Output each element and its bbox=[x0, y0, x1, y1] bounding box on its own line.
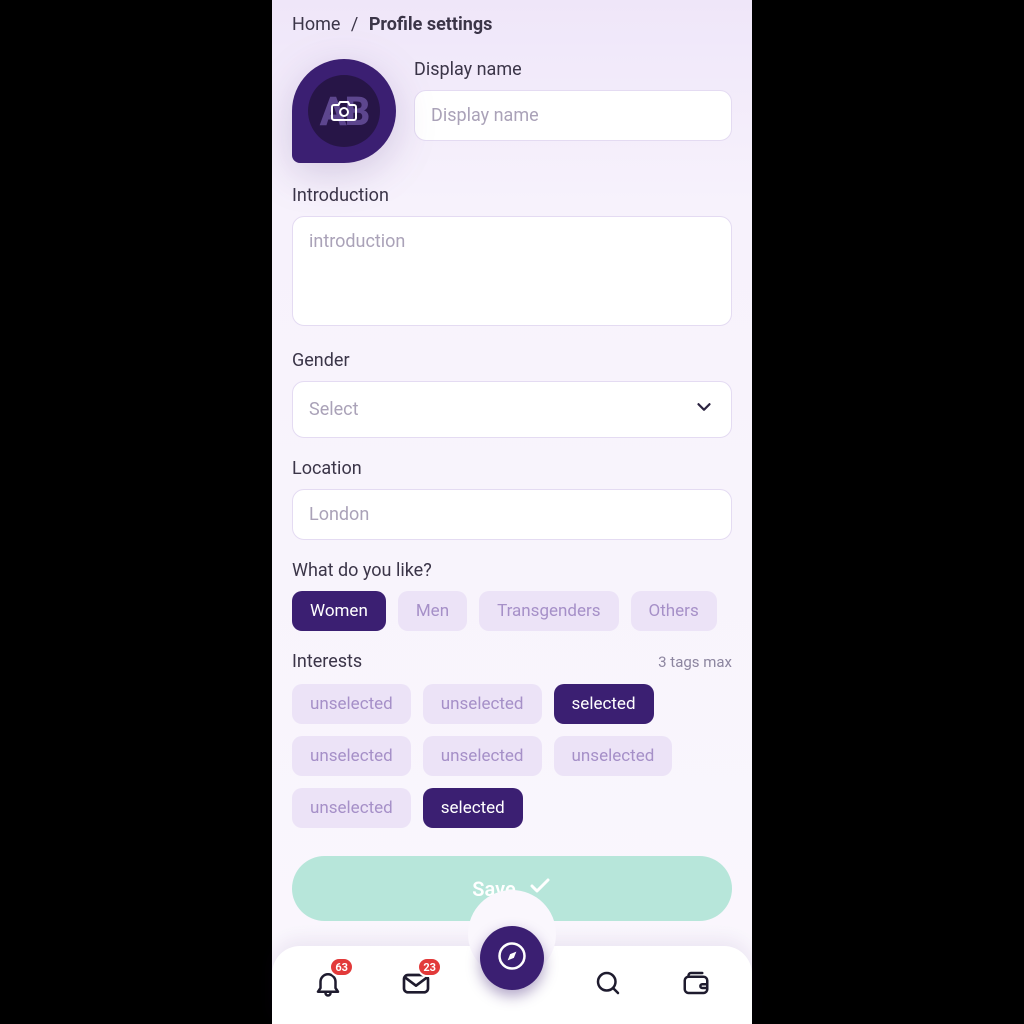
preferences-chips: Women Men Transgenders Others bbox=[292, 591, 732, 631]
breadcrumb-home[interactable]: Home bbox=[292, 14, 340, 35]
nav-messages[interactable]: 23 bbox=[392, 961, 440, 1009]
display-name-label: Display name bbox=[414, 59, 732, 80]
interest-chip-0[interactable]: unselected bbox=[292, 684, 411, 724]
content: Home / Profile settings AB Display name bbox=[272, 0, 752, 928]
location-input[interactable]: London bbox=[292, 489, 732, 540]
interest-chip-1[interactable]: unselected bbox=[423, 684, 542, 724]
interest-chip-4[interactable]: unselected bbox=[423, 736, 542, 776]
introduction-input[interactable] bbox=[292, 216, 732, 326]
interest-chip-6[interactable]: unselected bbox=[292, 788, 411, 828]
preference-chip-0[interactable]: Women bbox=[292, 591, 386, 631]
camera-icon bbox=[330, 99, 358, 123]
nav-wallet[interactable] bbox=[672, 961, 720, 1009]
notifications-badge: 63 bbox=[329, 957, 354, 977]
display-name-input[interactable] bbox=[414, 90, 732, 141]
interests-hint: 3 tags max bbox=[658, 653, 732, 671]
gender-select[interactable]: Select bbox=[292, 381, 732, 438]
preference-chip-3[interactable]: Others bbox=[631, 591, 717, 631]
bottom-nav: 63 23 bbox=[272, 928, 752, 1024]
interest-chip-7[interactable]: selected bbox=[423, 788, 523, 828]
preference-chip-1[interactable]: Men bbox=[398, 591, 467, 631]
messages-badge: 23 bbox=[417, 957, 442, 977]
interests-chips: unselected unselected selected unselected un… bbox=[292, 684, 732, 828]
interest-chip-2[interactable]: selected bbox=[554, 684, 654, 724]
introduction-label: Introduction bbox=[292, 185, 732, 206]
chevron-down-icon bbox=[693, 396, 715, 423]
gender-label: Gender bbox=[292, 350, 732, 371]
interest-chip-5[interactable]: unselected bbox=[554, 736, 673, 776]
interest-chip-3[interactable]: unselected bbox=[292, 736, 411, 776]
app-screen: Home / Profile settings AB Display name bbox=[272, 0, 752, 1024]
preferences-label: What do you like? bbox=[292, 560, 732, 581]
nav-notifications[interactable]: 63 bbox=[304, 961, 352, 1009]
wallet-icon bbox=[681, 968, 711, 1002]
avatar-upload[interactable]: AB bbox=[292, 59, 396, 163]
gender-selected-value: Select bbox=[309, 399, 358, 420]
nav-explore-button[interactable] bbox=[480, 926, 544, 990]
preference-chip-2[interactable]: Transgenders bbox=[479, 591, 618, 631]
interests-label: Interests bbox=[292, 651, 362, 672]
breadcrumb: Home / Profile settings bbox=[292, 14, 732, 35]
nav-search[interactable] bbox=[584, 961, 632, 1009]
compass-icon bbox=[497, 941, 527, 975]
breadcrumb-separator: / bbox=[351, 14, 358, 35]
breadcrumb-current: Profile settings bbox=[369, 14, 493, 35]
location-label: Location bbox=[292, 458, 732, 479]
search-icon bbox=[593, 968, 623, 1002]
